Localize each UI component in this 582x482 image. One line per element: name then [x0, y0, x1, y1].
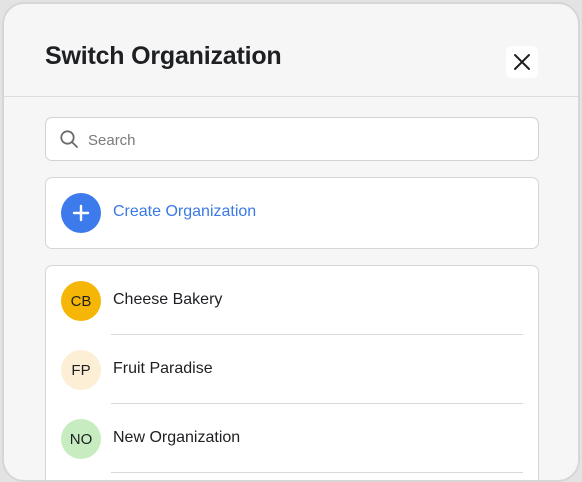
divider	[111, 472, 523, 473]
organization-item-cheese-bakery[interactable]: CB Cheese Bakery	[46, 266, 538, 335]
create-organization-label: Create Organization	[113, 203, 257, 220]
organization-name: Fruit Paradise	[113, 360, 213, 377]
organization-list: CB Cheese Bakery FP Fruit Paradise NO Ne…	[45, 265, 539, 480]
plus-icon	[72, 204, 90, 222]
close-button[interactable]	[506, 46, 538, 78]
create-organization-button[interactable]: Create Organization	[45, 177, 539, 249]
dialog-title: Switch Organization	[45, 42, 282, 70]
search-field[interactable]	[45, 117, 539, 162]
avatar: NO	[61, 419, 101, 459]
organization-name: Cheese Bakery	[113, 291, 223, 308]
search-icon	[60, 130, 78, 148]
dialog-header: Switch Organization	[4, 4, 578, 97]
switch-organization-dialog: Switch Organization Create Organization …	[2, 2, 580, 482]
organization-item-new-organization[interactable]: NO New Organization	[46, 404, 538, 473]
search-input[interactable]	[86, 118, 530, 162]
create-organization-icon-circle	[61, 193, 101, 233]
organization-name: New Organization	[113, 429, 241, 446]
avatar: CB	[61, 281, 101, 321]
avatar: FP	[61, 350, 101, 390]
organization-item-fruit-paradise[interactable]: FP Fruit Paradise	[46, 335, 538, 404]
close-icon	[514, 54, 530, 70]
